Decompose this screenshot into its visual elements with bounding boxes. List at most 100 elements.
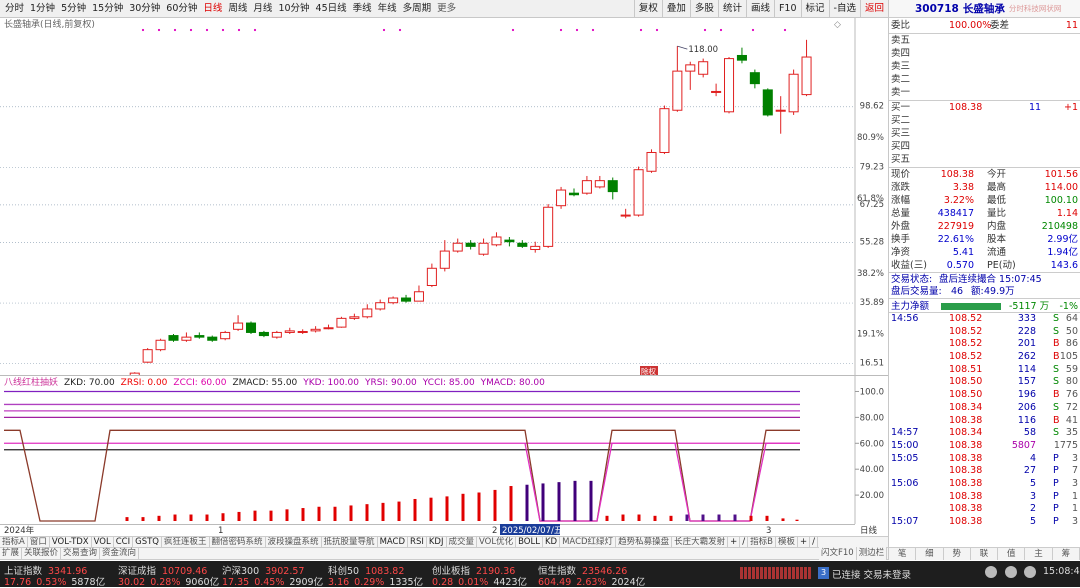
- candle-body[interactable]: [711, 90, 722, 93]
- search-icon[interactable]: [1005, 566, 1017, 578]
- candle-body[interactable]: [181, 336, 192, 341]
- settings-icon[interactable]: [1024, 566, 1036, 578]
- candle-body[interactable]: [491, 236, 502, 246]
- candle-body[interactable]: [194, 335, 205, 338]
- indicator-tab[interactable]: KD: [543, 537, 561, 547]
- candle-body[interactable]: [775, 109, 786, 112]
- indicator-tab[interactable]: 波段操盘系统: [266, 537, 322, 547]
- index-item[interactable]: 恒生指数 23546.26 604.49 2.63% 2024亿: [538, 563, 645, 588]
- candle-body[interactable]: [168, 335, 179, 341]
- tick-list[interactable]: 14:56 108.52 333 S 64 108.52 228 S 50 108.52 201 B 8…: [889, 313, 1080, 529]
- tick-row[interactable]: 15:06 108.38 5 P 3: [889, 478, 1080, 491]
- period-tab[interactable]: 月线: [250, 0, 275, 18]
- indicator-tab[interactable]: 翻倍密码系统: [210, 537, 266, 547]
- tick-row[interactable]: 14:57 108.34 58 S 35: [889, 427, 1080, 440]
- period-tab[interactable]: 分时: [2, 0, 27, 18]
- indicator-tab[interactable]: KDJ: [427, 537, 447, 547]
- candle-body[interactable]: [310, 328, 321, 332]
- panel-footer-tab[interactable]: 筹: [1053, 548, 1080, 560]
- period-tab[interactable]: 15分钟: [89, 0, 126, 18]
- buy-row[interactable]: 买一 108.38 11 +1: [889, 101, 1080, 114]
- index-item[interactable]: 科创50 1083.82 3.16 0.29% 1335亿: [328, 563, 423, 588]
- indicator-tab[interactable]: /: [740, 537, 749, 547]
- sell-row[interactable]: 卖三: [889, 60, 1080, 73]
- tick-row[interactable]: 108.38 116 B 41: [889, 415, 1080, 428]
- period-tab[interactable]: 1分钟: [27, 0, 58, 18]
- tick-row[interactable]: 108.52 201 B 86: [889, 338, 1080, 351]
- panel-ex-tab[interactable]: 闪文F10: [819, 547, 857, 560]
- indicator-tab[interactable]: 长庄大霸发射: [672, 537, 729, 547]
- sell-row[interactable]: 卖四: [889, 47, 1080, 60]
- candle-body[interactable]: [426, 267, 437, 286]
- chart-tool-button[interactable]: 叠加: [661, 0, 690, 18]
- candle-body[interactable]: [233, 322, 244, 330]
- candle-body[interactable]: [336, 317, 347, 328]
- indicator-tab[interactable]: +: [798, 537, 811, 547]
- period-tab[interactable]: 季线: [350, 0, 375, 18]
- chart-tool-button[interactable]: 统计: [717, 0, 746, 18]
- candle-body[interactable]: [724, 58, 735, 113]
- indicator-tab[interactable]: 成交量: [447, 537, 478, 547]
- tick-row[interactable]: 108.52 262 B 105: [889, 351, 1080, 364]
- tick-row[interactable]: 108.51 114 S 59: [889, 364, 1080, 377]
- indicator-tab[interactable]: BOLL: [516, 537, 543, 547]
- candlestick-chart[interactable]: 98.6279.2367.2555.2835.8916.5180.9%61.8%…: [0, 18, 888, 375]
- tick-row[interactable]: 108.38 3 P 1: [889, 491, 1080, 504]
- candle-body[interactable]: [646, 151, 657, 172]
- buy-row[interactable]: 买五: [889, 153, 1080, 166]
- period-tab[interactable]: 年线: [375, 0, 400, 18]
- indicator-tab[interactable]: 抵抗股量导航: [322, 537, 378, 547]
- index-item[interactable]: 深证成指 10709.46 30.02 0.28% 9060亿: [118, 563, 219, 588]
- sell-row[interactable]: 卖一: [889, 86, 1080, 99]
- indicator-tab[interactable]: CCI: [114, 537, 134, 547]
- tick-row[interactable]: 108.34 206 S 72: [889, 402, 1080, 415]
- chart-tool-button[interactable]: 多股: [689, 0, 718, 18]
- diamond-icon[interactable]: ◇: [834, 20, 841, 30]
- indicator-tab[interactable]: +: [728, 537, 741, 547]
- candle-body[interactable]: [297, 331, 308, 334]
- candle-body[interactable]: [388, 297, 399, 304]
- period-tab[interactable]: 5分钟: [58, 0, 89, 18]
- candle-body[interactable]: [543, 206, 554, 247]
- chart-tool-button[interactable]: 返回: [859, 0, 888, 18]
- candle-body[interactable]: [245, 322, 257, 333]
- indicator-tab[interactable]: 指标B: [748, 537, 776, 547]
- period-tab[interactable]: 多周期: [400, 0, 435, 18]
- panel-footer-tab[interactable]: 势: [944, 548, 971, 560]
- period-tab[interactable]: 更多: [434, 0, 459, 18]
- sub-tab[interactable]: 扩展: [0, 548, 23, 559]
- candle-body[interactable]: [568, 192, 580, 196]
- candle-body[interactable]: [413, 291, 424, 302]
- panel-ex-tab[interactable]: 测边栏: [857, 547, 888, 560]
- panel-footer-tab[interactable]: 联: [971, 548, 999, 560]
- tick-row[interactable]: 14:56 108.52 333 S 64: [889, 313, 1080, 326]
- chart-tool-button[interactable]: F10: [773, 0, 801, 18]
- period-tab[interactable]: 日线: [200, 0, 225, 18]
- candle-body[interactable]: [762, 89, 773, 116]
- tick-row[interactable]: 15:00 108.38 5807 1775: [889, 440, 1080, 453]
- event-tag[interactable]: 除权: [641, 366, 656, 375]
- buy-row[interactable]: 买四: [889, 140, 1080, 153]
- candle-body[interactable]: [207, 336, 218, 341]
- candle-body[interactable]: [349, 316, 360, 319]
- chart-tool-button[interactable]: 标记: [800, 0, 829, 18]
- panel-footer-tab[interactable]: 主: [1025, 548, 1053, 560]
- candle-body[interactable]: [284, 330, 295, 333]
- candle-body[interactable]: [672, 70, 683, 111]
- candle-body[interactable]: [375, 302, 386, 310]
- buy-row[interactable]: 买二: [889, 114, 1080, 127]
- sub-tab[interactable]: 关联报价: [22, 548, 62, 559]
- indicator-tab[interactable]: VOL优化: [477, 537, 517, 547]
- candle-body[interactable]: [594, 180, 605, 188]
- candle-body[interactable]: [504, 239, 515, 243]
- tick-row[interactable]: 108.38 2 P 1: [889, 503, 1080, 516]
- sub-tab[interactable]: 资金流向: [100, 548, 140, 559]
- candle-body[interactable]: [323, 327, 334, 330]
- tick-row[interactable]: 108.52 228 S 50: [889, 326, 1080, 339]
- indicator-tab[interactable]: 窗口: [28, 537, 50, 547]
- indicator-tab[interactable]: 趋势私募操盘: [616, 537, 673, 547]
- period-tab[interactable]: 45日线: [313, 0, 350, 18]
- indicator-tab[interactable]: VOL: [92, 537, 114, 547]
- tick-row[interactable]: 108.38 27 P 7: [889, 465, 1080, 478]
- sub-tab[interactable]: 交易查询: [61, 548, 101, 559]
